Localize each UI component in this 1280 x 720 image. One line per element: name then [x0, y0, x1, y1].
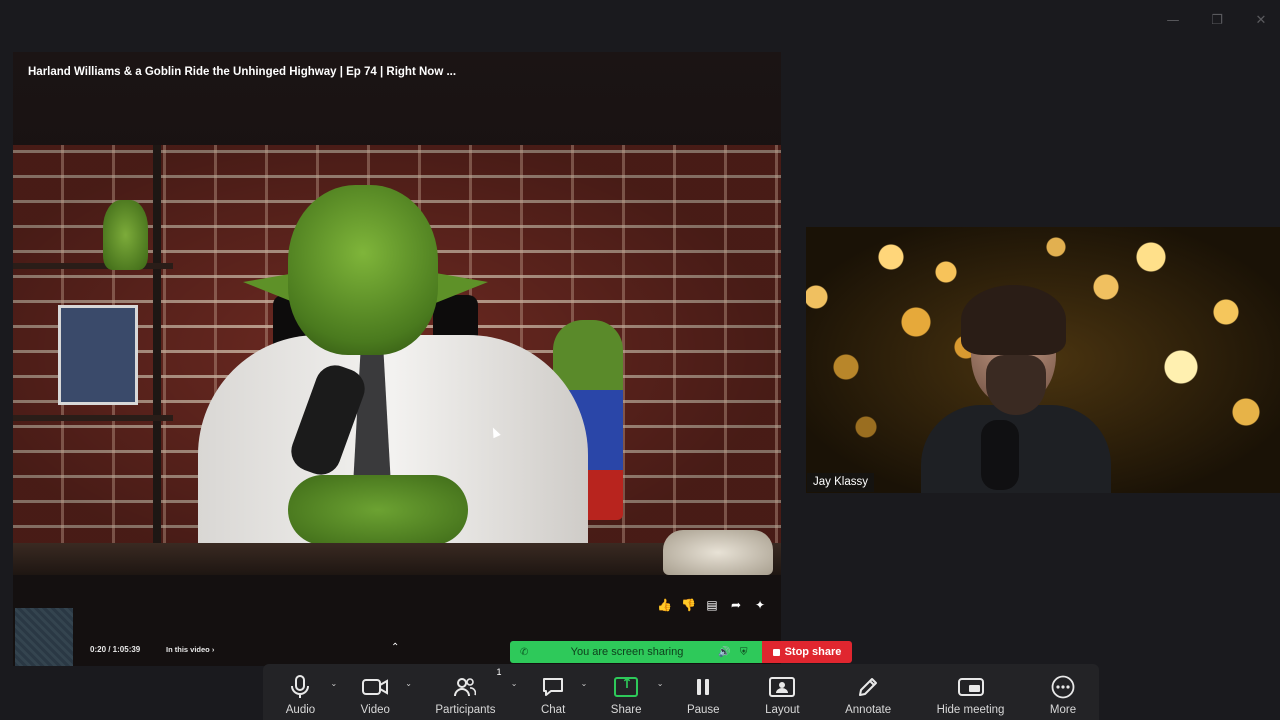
chevron-down-icon[interactable]: ⌄	[581, 679, 588, 688]
pause-label: Pause	[686, 704, 720, 716]
chevron-down-icon[interactable]: ⌄	[330, 679, 337, 688]
skull-decoration	[663, 530, 773, 575]
restore-icon[interactable]: ❐	[1206, 10, 1228, 32]
layout-label: Layout	[765, 704, 800, 716]
participant-person	[921, 285, 1111, 493]
stop-share-button[interactable]: Stop share	[762, 641, 852, 663]
chat-icon	[542, 674, 564, 700]
screen-sharing-text: You are screen sharing	[570, 646, 684, 658]
goblin-figurine	[103, 200, 148, 270]
microphone	[981, 420, 1019, 490]
video-time: 0:20 / 1:05:39	[90, 645, 141, 654]
video-player[interactable]	[13, 145, 781, 575]
window-controls: — ❐ ✕	[1162, 10, 1272, 32]
goblin-host	[178, 175, 598, 575]
sharing-icon: ✆	[520, 646, 529, 658]
goblin-hands	[288, 475, 468, 545]
screen-sharing-banner[interactable]: ✆ You are screen sharing 🔊 ⛨	[510, 641, 762, 663]
chevron-right-icon: ›	[211, 645, 215, 654]
video-title: Harland Williams & a Goblin Ride the Unh…	[28, 66, 457, 78]
video-button[interactable]: Video ⌄	[360, 664, 412, 720]
shelf	[13, 263, 173, 269]
chevron-down-icon[interactable]: ⌄	[511, 679, 518, 688]
shelf-pole	[153, 145, 161, 575]
stop-icon	[772, 648, 780, 656]
shelf	[13, 415, 173, 421]
annotate-label: Annotate	[845, 704, 892, 716]
participants-count: 1	[496, 667, 502, 677]
participant-name-label: Jay Klassy	[807, 473, 874, 492]
pencil-icon	[857, 674, 879, 700]
shield-icon: ⛨	[740, 646, 748, 658]
share-screen-icon	[614, 674, 639, 700]
sparkle-icon[interactable]: ✦	[753, 598, 767, 612]
in-this-video-label: In this video	[166, 645, 210, 654]
layout-button[interactable]: Layout	[765, 664, 800, 720]
chevron-down-icon[interactable]: ⌄	[405, 679, 412, 688]
share-icon[interactable]: ➦	[729, 598, 743, 612]
participant-video[interactable]	[806, 227, 1280, 493]
minimize-icon[interactable]: —	[1162, 10, 1184, 32]
chat-button[interactable]: Chat ⌄	[540, 664, 587, 720]
stop-share-label: Stop share	[784, 646, 842, 658]
goblin-mask	[288, 185, 438, 355]
volume-icon[interactable]: 🔊	[718, 647, 732, 658]
like-icon[interactable]: 👍	[657, 598, 672, 612]
more-label: More	[1049, 704, 1077, 716]
close-icon[interactable]: ✕	[1250, 10, 1272, 32]
more-button[interactable]: More	[1050, 664, 1076, 720]
participants-label: Participants	[435, 704, 496, 716]
annotate-button[interactable]: Annotate	[845, 664, 891, 720]
camera-icon	[362, 674, 389, 700]
share-screen-button[interactable]: Share ⌄	[610, 664, 664, 720]
meeting-toolbar: Audio ⌄ Video ⌄ 1 Participants ⌄ Chat ⌄ …	[263, 664, 1099, 720]
share-label: Share	[610, 704, 642, 716]
microphone-icon	[291, 674, 310, 700]
participants-icon	[454, 674, 477, 700]
video-thumbnail[interactable]	[15, 608, 73, 666]
poster	[58, 305, 138, 405]
hide-meeting-icon	[957, 674, 984, 700]
video-actions: 👍 👎 ▤ ➦ ✦	[657, 598, 767, 612]
video-label: Video	[360, 704, 390, 716]
participant-hair	[961, 285, 1066, 355]
participants-button[interactable]: 1 Participants ⌄	[435, 664, 517, 720]
participant-beard	[986, 355, 1046, 415]
audio-button[interactable]: Audio ⌄	[285, 664, 337, 720]
hide-meeting-label: Hide meeting	[936, 704, 1005, 716]
layout-icon	[769, 674, 796, 700]
dislike-icon[interactable]: 👎	[681, 598, 696, 612]
pause-icon	[695, 674, 711, 700]
chevron-down-icon[interactable]: ⌄	[657, 679, 664, 688]
in-this-video-link[interactable]: In this video ›	[166, 645, 214, 654]
pause-button[interactable]: Pause	[687, 664, 720, 720]
chat-label: Chat	[540, 704, 566, 716]
comment-icon[interactable]: ▤	[705, 598, 719, 612]
more-icon	[1051, 674, 1075, 700]
shared-screen: Harland Williams & a Goblin Ride the Unh…	[13, 52, 781, 666]
audio-label: Audio	[285, 704, 316, 716]
hide-meeting-button[interactable]: Hide meeting	[936, 664, 1005, 720]
chevron-up-icon[interactable]: ⌃	[391, 642, 399, 653]
